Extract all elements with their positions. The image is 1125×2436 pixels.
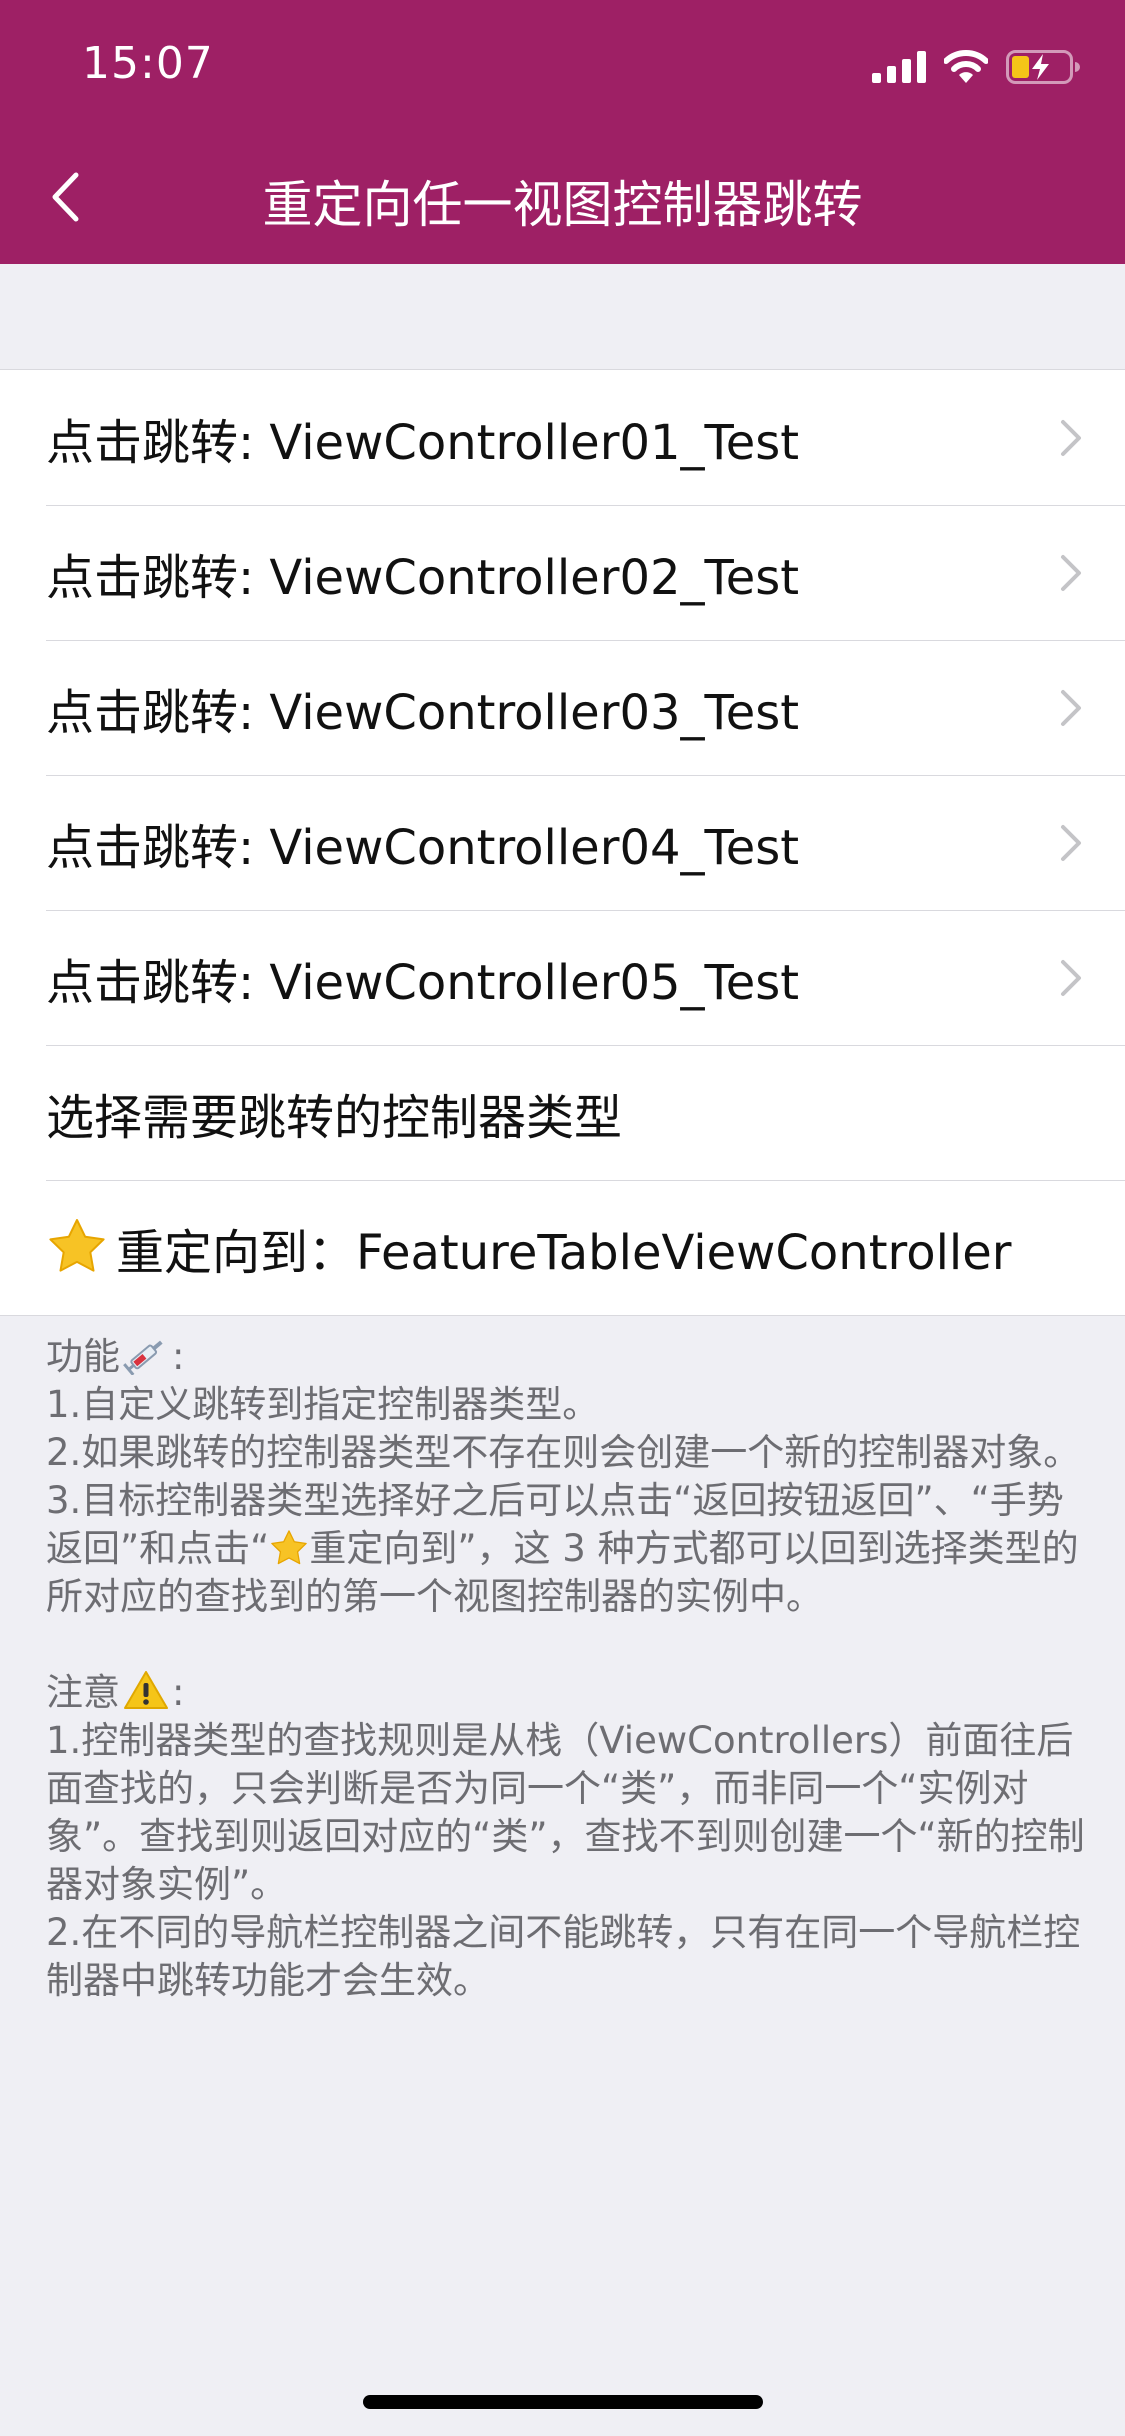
chevron-right-icon <box>1061 959 1081 996</box>
list-item-label: 点击跳转: ViewController03_Test <box>46 684 800 741</box>
feature-line-2: 2.如果跳转的控制器类型不存在则会创建一个新的控制器对象。 <box>46 1431 1081 1474</box>
chevron-right-icon <box>1061 689 1081 726</box>
list-item-label: 点击跳转: ViewController01_Test <box>46 414 800 471</box>
notice-line-2: 2.在不同的导航栏控制器之间不能跳转，只有在同一个导航栏控制器中跳转功能才会生效… <box>46 1911 1081 2002</box>
list-item-label: 点击跳转: ViewController05_Test <box>46 954 800 1011</box>
star-icon <box>271 1530 308 1565</box>
cellular-signal-icon <box>872 51 926 83</box>
star-icon <box>49 1218 105 1272</box>
list-item-vc01[interactable]: 点击跳转: ViewController01_Test <box>0 370 1125 505</box>
chevron-right-icon <box>1061 824 1081 861</box>
navigation-header: 15:07 重定向任一视图控制器跳转 <box>0 0 1125 264</box>
list-item-vc04[interactable]: 点击跳转: ViewController04_Test <box>0 775 1125 910</box>
page-title: 重定向任一视图控制器跳转 <box>262 176 863 234</box>
chevron-right-icon <box>1061 419 1081 456</box>
status-time: 15:07 <box>82 38 214 89</box>
feature-heading: 功能 : <box>46 1335 185 1378</box>
notice-line-1: 1.控制器类型的查找规则是从栈（ViewControllers）前面往后面查找的… <box>46 1719 1085 1906</box>
list-item-label: 点击跳转: ViewController02_Test <box>46 549 800 606</box>
feature-line-3: 3.目标控制器类型选择好之后可以点击“返回按钮返回”、“手势返回”和点击“ 重定… <box>46 1479 1079 1618</box>
home-indicator[interactable] <box>363 2395 763 2409</box>
redirect-options-list: 点击跳转: ViewController01_Test 点击跳转: ViewCo… <box>0 369 1125 1316</box>
list-item-vc03[interactable]: 点击跳转: ViewController03_Test <box>0 640 1125 775</box>
battery-charging-icon <box>1006 50 1080 84</box>
select-controller-type-item[interactable]: 选择需要跳转的控制器类型 <box>0 1045 1125 1180</box>
redirect-to-item[interactable]: 重定向到：FeatureTableViewController <box>0 1180 1125 1315</box>
list-item-label: 选择需要跳转的控制器类型 <box>46 1089 623 1146</box>
description-notes: 功能 : 1.自定义跳转到指定控制器类型。 2.如果跳转的控制器类型不存在则会创… <box>46 1333 1086 2005</box>
status-icons <box>872 50 1080 84</box>
list-item-label: 点击跳转: ViewController04_Test <box>46 819 800 876</box>
list-item-vc02[interactable]: 点击跳转: ViewController02_Test <box>0 505 1125 640</box>
list-item-vc05[interactable]: 点击跳转: ViewController05_Test <box>0 910 1125 1045</box>
notice-heading: 注意 : <box>46 1671 185 1714</box>
warning-icon <box>124 1671 168 1709</box>
list-item-label: 重定向到：FeatureTableViewController <box>116 1224 1012 1281</box>
chevron-right-icon <box>1061 554 1081 591</box>
syringe-icon <box>123 1340 163 1376</box>
wifi-icon <box>944 50 988 83</box>
feature-line-1: 1.自定义跳转到指定控制器类型。 <box>46 1383 600 1426</box>
